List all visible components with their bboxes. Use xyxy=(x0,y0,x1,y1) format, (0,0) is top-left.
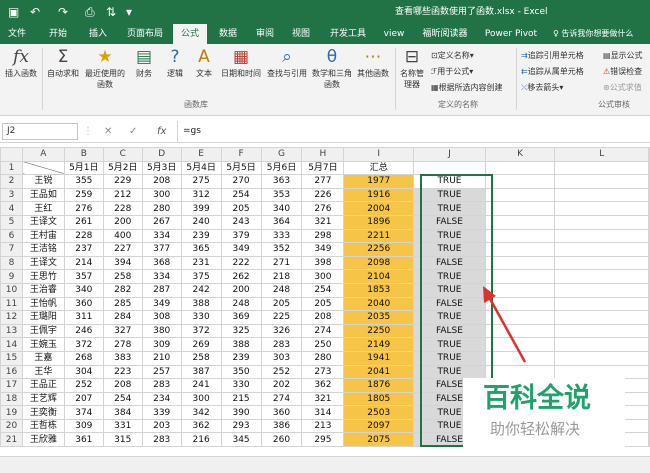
watermark: 百科全说 助你轻松解决 xyxy=(463,378,625,450)
watermark-subtitle: 助你轻松解决 xyxy=(490,420,581,438)
arrow-line xyxy=(487,296,527,363)
watermark-title: 百科全说 xyxy=(483,383,591,414)
sheet-bottom-bar xyxy=(0,456,650,473)
